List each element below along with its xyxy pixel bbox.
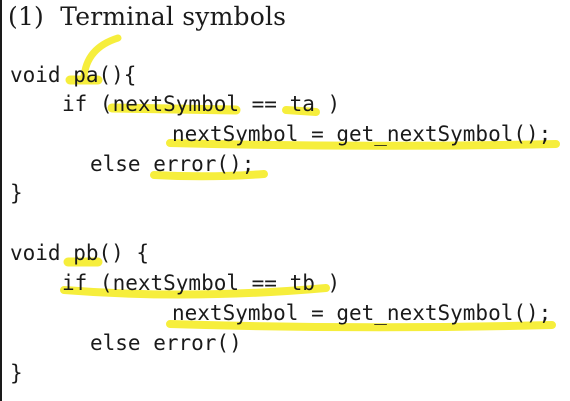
code-line-1: void pa(){ bbox=[10, 63, 137, 87]
code-line-3: nextSymbol = get_nextSymbol(); bbox=[172, 122, 552, 146]
code-line-10: } bbox=[10, 361, 23, 385]
code-line-7: if (nextSymbol == tb ) bbox=[62, 271, 341, 295]
section-heading: (1) Terminal symbols bbox=[8, 2, 287, 31]
code-line-2: if (nextSymbol == ta ) bbox=[62, 92, 341, 116]
code-line-4: else error(); bbox=[90, 152, 255, 176]
highlighter-marks bbox=[60, 34, 560, 332]
code-line-9: else error() bbox=[90, 331, 242, 355]
document-page: (1) Terminal symbols void pa(){ if (next… bbox=[0, 0, 570, 401]
code-line-5: } bbox=[10, 181, 23, 205]
code-line-6: void pb() { bbox=[10, 241, 150, 265]
code-line-8: nextSymbol = get_nextSymbol(); bbox=[172, 301, 552, 325]
